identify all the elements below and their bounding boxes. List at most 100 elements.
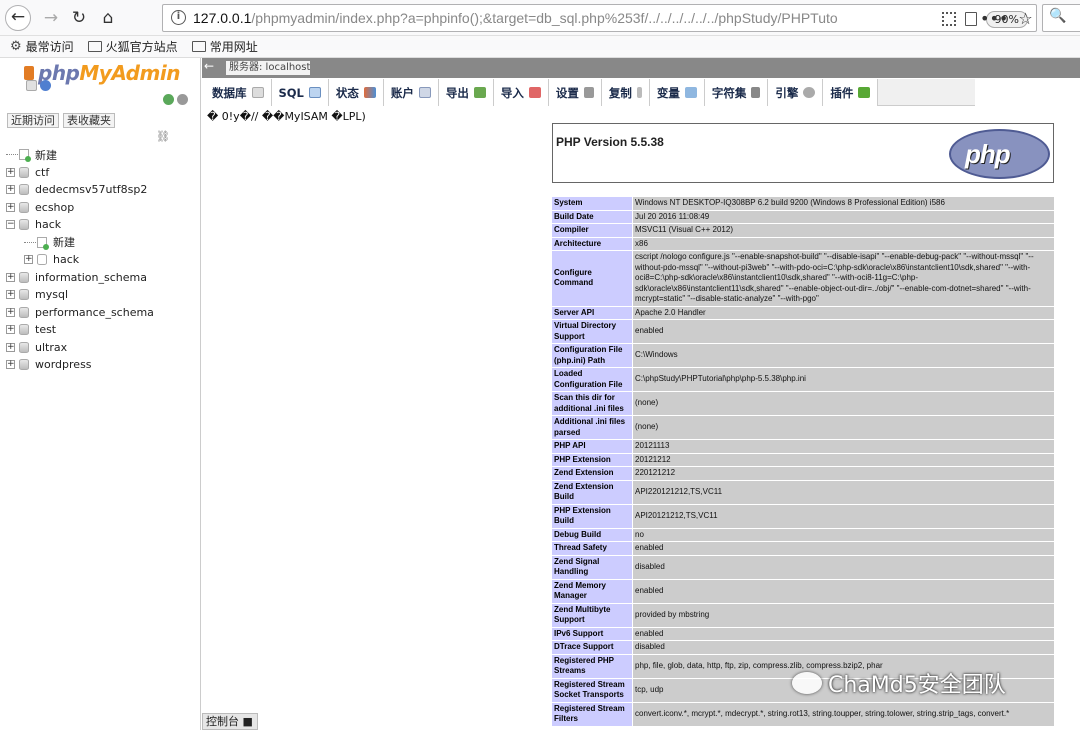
url-bar[interactable]: i 127.0.0.1/phpmyadmin/index.php?a=phpin… bbox=[162, 4, 1037, 32]
console-toggle[interactable]: 控制台 ■ bbox=[202, 713, 258, 730]
tab-status[interactable]: 状态 bbox=[328, 79, 384, 106]
tree-item-table[interactable]: + hack bbox=[6, 251, 196, 269]
home-icon[interactable] bbox=[26, 80, 37, 91]
info-key: Debug Build bbox=[552, 528, 632, 541]
info-value: enabled bbox=[633, 542, 1054, 555]
tree-item-new[interactable]: 新建 bbox=[6, 146, 196, 164]
tree-item-db[interactable]: + ultrax bbox=[6, 339, 196, 357]
bookmark-firefox-site[interactable]: 火狐官方站点 bbox=[87, 38, 178, 55]
info-key: Virtual Directory Support bbox=[552, 320, 632, 343]
table-row: Thread Safety enabled bbox=[552, 542, 1054, 555]
favorite-tables-button[interactable]: 表收藏夹 bbox=[63, 113, 115, 128]
tree-item-db[interactable]: + dedecmsv57utf8sp2 bbox=[6, 181, 196, 199]
tree-item-db[interactable]: + ecshop bbox=[6, 199, 196, 217]
info-icon[interactable]: i bbox=[171, 10, 186, 25]
info-key: Registered Stream Socket Transports bbox=[552, 678, 632, 702]
info-key: Registered PHP Streams bbox=[552, 654, 632, 678]
tree-item-db[interactable]: + wordpress bbox=[6, 356, 196, 374]
info-key: Zend Signal Handling bbox=[552, 555, 632, 579]
wrench-icon bbox=[583, 87, 594, 98]
bookmark-label: 常用网址 bbox=[209, 40, 258, 54]
gear-icon: ⚙ bbox=[10, 39, 22, 54]
php-logo: php bbox=[949, 129, 1050, 179]
expand-icon[interactable]: + bbox=[6, 167, 15, 177]
expand-icon[interactable]: + bbox=[6, 202, 15, 212]
reload-navigation-icon[interactable] bbox=[163, 94, 174, 105]
collapse-icon[interactable]: − bbox=[6, 220, 15, 230]
server-breadcrumb[interactable]: 服务器: localhost bbox=[226, 61, 310, 75]
replication-icon bbox=[636, 87, 642, 98]
recent-tables-button[interactable]: 近期访问 bbox=[7, 113, 59, 128]
table-row: Zend Signal Handling disabled bbox=[552, 555, 1054, 579]
info-key: Loaded Configuration File bbox=[552, 368, 632, 391]
table-row: Server API Apache 2.0 Handler bbox=[552, 306, 1054, 319]
tree-item-db[interactable]: + test bbox=[6, 321, 196, 339]
help-icon[interactable] bbox=[40, 80, 51, 91]
reload-icon[interactable]: ↻ bbox=[66, 5, 92, 31]
link-chain-icon[interactable]: ⛓ bbox=[156, 130, 170, 143]
forward-arrow-icon[interactable]: → bbox=[38, 5, 64, 31]
info-value: (none) bbox=[633, 416, 1054, 439]
tab-replication[interactable]: 复制 bbox=[601, 79, 650, 106]
tree-label: wordpress bbox=[35, 358, 92, 372]
tab-plugins[interactable]: 插件 bbox=[823, 79, 879, 106]
tree-item-db[interactable]: − hack bbox=[6, 216, 196, 234]
expand-icon[interactable]: + bbox=[6, 272, 15, 282]
info-key: Zend Extension Build bbox=[552, 480, 632, 504]
folder-icon bbox=[191, 41, 206, 52]
info-key: PHP API bbox=[552, 440, 632, 453]
tab-settings[interactable]: 设置 bbox=[548, 79, 602, 106]
settings-gear-icon[interactable] bbox=[177, 94, 188, 105]
info-key: Build Date bbox=[552, 210, 632, 223]
tab-charsets[interactable]: 字符集 bbox=[704, 79, 769, 106]
tab-export[interactable]: 导出 bbox=[438, 79, 494, 106]
bookmark-most-visited[interactable]: ⚙ 最常访问 bbox=[10, 38, 74, 55]
tree-label: mysql bbox=[35, 288, 68, 302]
import-icon bbox=[528, 87, 541, 98]
tree-item-new-table[interactable]: 新建 bbox=[6, 234, 196, 252]
status-chart-icon bbox=[363, 87, 376, 98]
bookmark-star-icon[interactable]: ☆ bbox=[1018, 9, 1032, 28]
info-key: Scan this dir for additional .ini files bbox=[552, 392, 632, 415]
info-key: Registered Stream Filters bbox=[552, 702, 632, 726]
php-version-title: PHP Version 5.5.38 bbox=[556, 135, 664, 149]
search-box[interactable]: 🔍 bbox=[1042, 4, 1080, 32]
url-text[interactable]: 127.0.0.1/phpmyadmin/index.php?a=phpinfo… bbox=[193, 10, 873, 26]
tree-label: information_schema bbox=[35, 270, 147, 284]
expand-icon[interactable]: + bbox=[6, 307, 15, 317]
tab-sql[interactable]: SQL bbox=[271, 79, 329, 106]
bookmark-common-sites[interactable]: 常用网址 bbox=[191, 38, 258, 55]
table-row: Virtual Directory Support enabled bbox=[552, 320, 1054, 343]
expand-icon[interactable]: + bbox=[6, 185, 15, 195]
expand-icon[interactable]: + bbox=[6, 290, 15, 300]
table-row: Zend Multibyte Support provided by mbstri… bbox=[552, 603, 1054, 627]
reader-view-icon[interactable] bbox=[964, 12, 977, 26]
tab-databases[interactable]: 数据库 bbox=[205, 79, 272, 106]
expand-icon[interactable]: + bbox=[6, 325, 15, 335]
table-row: Zend Memory Manager enabled bbox=[552, 579, 1054, 603]
tab-variables[interactable]: 变量 bbox=[649, 79, 705, 106]
tab-accounts[interactable]: 账户 bbox=[383, 79, 439, 106]
phpmyadmin-logo[interactable]: phpMyAdmin bbox=[38, 61, 180, 85]
tree-item-db[interactable]: + performance_schema bbox=[6, 304, 196, 322]
database-icon bbox=[19, 166, 29, 178]
qr-code-icon[interactable] bbox=[941, 12, 956, 26]
expand-icon[interactable]: + bbox=[6, 342, 15, 352]
search-icon: 🔍 bbox=[1049, 8, 1067, 24]
table-row: Additional .ini files parsed (none) bbox=[552, 416, 1054, 439]
server-breadcrumb-bar: ← 服务器: localhost bbox=[202, 58, 1080, 78]
info-key: Zend Memory Manager bbox=[552, 579, 632, 603]
more-actions-icon[interactable]: ••• bbox=[980, 9, 1008, 28]
watermark: ChaMd5安全团队 bbox=[792, 667, 1006, 699]
tab-import[interactable]: 导入 bbox=[493, 79, 549, 106]
info-value: API220121212,TS,VC11 bbox=[633, 480, 1054, 504]
tree-item-db[interactable]: + ctf bbox=[6, 164, 196, 182]
collapse-arrow-icon[interactable]: ← bbox=[204, 59, 214, 73]
expand-icon[interactable]: + bbox=[24, 255, 33, 265]
tree-item-db[interactable]: + information_schema bbox=[6, 269, 196, 287]
tree-item-db[interactable]: + mysql bbox=[6, 286, 196, 304]
tab-engines[interactable]: 引擎 bbox=[768, 79, 824, 106]
back-arrow-icon[interactable]: ← bbox=[5, 5, 31, 31]
expand-icon[interactable]: + bbox=[6, 360, 15, 370]
home-icon[interactable]: ⌂ bbox=[95, 5, 121, 31]
